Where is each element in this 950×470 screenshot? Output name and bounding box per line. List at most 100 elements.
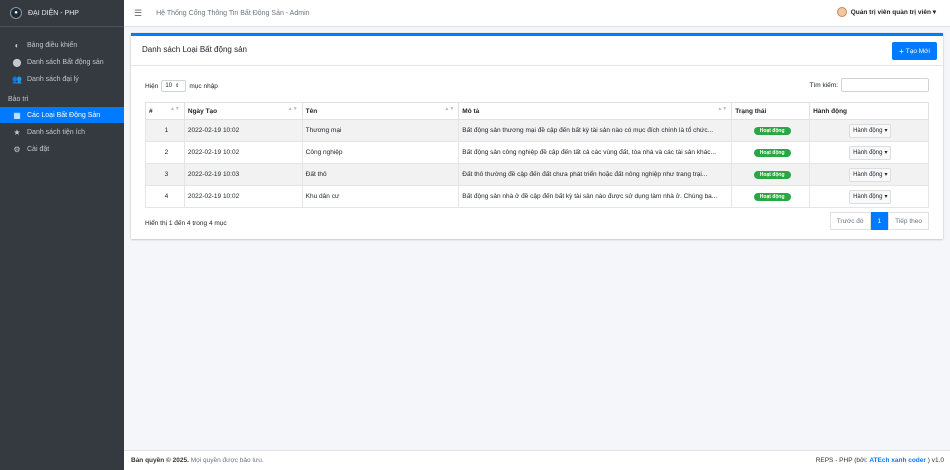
sidebar-item-dashboard[interactable]: ◐ Bảng điều khiển — [0, 37, 124, 53]
search-control: Tìm kiếm: — [809, 78, 929, 92]
cell-status: Hoạt động — [731, 185, 811, 208]
brand-link[interactable]: ● ĐẠI DIỆN - PHP — [0, 0, 124, 27]
card-header: Danh sách Loại Bất động sản + Tạo Mới — [131, 36, 943, 66]
table-info: Hiển thị 1 đến 4 trong 4 mục — [145, 220, 227, 227]
col-header-date[interactable]: Ngày Tạo ▲▼ — [183, 102, 303, 120]
cell-description: Bất động sản công nghiệp đề cập đến tất … — [458, 141, 733, 164]
sidebar-item-amenities[interactable]: ★ Danh sách tiện ích — [0, 124, 124, 140]
avatar — [836, 7, 847, 17]
map-marker-icon: ⬤ — [12, 57, 22, 67]
length-control: Hiện 10 ⇕ mục nhập — [145, 80, 218, 92]
cell-status: Hoạt động — [731, 141, 811, 164]
caret-down-icon: ▾ — [884, 150, 888, 156]
col-header-description[interactable]: Mô tả ▲▼ — [458, 102, 733, 120]
status-badge: Hoạt động — [753, 170, 791, 179]
sidebar-item-label: Cài đặt — [27, 145, 50, 153]
site-title: Hệ Thống Cổng Thông Tin Bất Động Sản - A… — [156, 9, 310, 17]
status-badge: Hoạt động — [753, 126, 791, 135]
brand-text: ĐẠI DIỆN - PHP — [28, 9, 79, 17]
cell-name: Công nghiệp — [301, 141, 460, 164]
pagination: Trước đó 1 Tiếp theo — [829, 212, 929, 230]
cell-date: 2022-02-19 10:02 — [183, 119, 303, 142]
cell-name: Đất thô — [301, 163, 460, 186]
cell-index: 4 — [145, 185, 185, 208]
action-dropdown-button[interactable]: Hành động ▾ — [849, 145, 892, 160]
cell-description: Đất thô thường đề cập đến đất chưa phát … — [458, 163, 733, 186]
copyright-label: Bản quyền © 2025. — [131, 457, 189, 464]
sidebar-item-label: Các Loại Bất Động Sản — [27, 111, 101, 119]
card-title: Danh sách Loại Bất động sản — [142, 45, 247, 54]
dashboard-icon: ◐ — [14, 40, 20, 50]
table-row: 1 2022-02-19 10:02 Thương mại Bất động s… — [145, 119, 929, 142]
author-link[interactable]: ATEch xanh coder — [869, 457, 926, 464]
rights-text: Mọi quyền được bảo lưu. — [190, 457, 264, 464]
pagination-page[interactable]: 1 — [870, 212, 889, 230]
caret-down-icon: ▾ — [884, 194, 888, 200]
menu-toggle-icon[interactable]: ☰ — [134, 8, 142, 19]
sidebar-item-label: Bảng điều khiển — [27, 41, 78, 49]
cell-action: Hành động ▾ — [809, 119, 929, 142]
status-badge: Hoạt động — [753, 148, 791, 157]
caret-down-icon: ▾ — [884, 128, 888, 134]
cell-status: Hoạt động — [731, 163, 811, 186]
cell-name: Khu dân cư — [301, 185, 460, 208]
sort-icon: ▲▼ — [444, 106, 455, 112]
cell-name: Thương mại — [301, 119, 460, 142]
property-types-table: # ▲▼ Ngày Tạo ▲▼ Tên ▲▼ Mô tả ▲▼ Trạng thái … — [145, 102, 929, 208]
select-arrows-icon: ⇕ — [175, 83, 180, 89]
create-new-button[interactable]: + Tạo Mới — [892, 42, 937, 60]
plus-icon: + — [899, 46, 904, 56]
table-row: 4 2022-02-19 10:02 Khu dân cư Bất động s… — [145, 185, 929, 208]
col-header-status[interactable]: Trạng thái — [731, 102, 811, 120]
pagination-prev[interactable]: Trước đó — [829, 212, 871, 230]
caret-down-icon: ▾ — [884, 172, 888, 178]
user-name: Quản trị viên quản trị viên ▾ — [850, 9, 936, 16]
cell-status: Hoạt động — [731, 119, 811, 142]
cell-index: 3 — [145, 163, 185, 186]
cell-index: 2 — [145, 141, 185, 164]
sidebar-item-property-types[interactable]: ▦ Các Loại Bất Động Sản — [0, 107, 124, 123]
sidebar-item-label: Danh sách đại lý — [27, 75, 79, 83]
sidebar-item-label: Danh sách tiện ích — [27, 128, 85, 136]
cell-description: Bất động sản nhà ở đề cập đến bất kỳ tài… — [458, 185, 733, 208]
footer: Bản quyền © 2025. Mọi quyền được bảo lưu… — [124, 450, 950, 470]
sort-icon: ▲▼ — [717, 106, 728, 112]
search-input[interactable] — [841, 78, 929, 92]
user-menu[interactable]: Quản trị viên quản trị viên ▾ — [836, 7, 936, 17]
footer-copyright: Bản quyền © 2025. Mọi quyền được bảo lưu… — [131, 457, 264, 464]
sort-icon: ▲▼ — [169, 106, 180, 112]
credits-text: REPS - PHP (bởi: — [815, 457, 868, 464]
col-header-index[interactable]: # ▲▼ — [145, 102, 185, 120]
cogs-icon: ⚙ — [13, 144, 21, 154]
sidebar-item-settings[interactable]: ⚙ Cài đặt — [0, 141, 124, 157]
search-label: Tìm kiếm: — [809, 81, 838, 89]
sidebar-item-agents[interactable]: 👥 Danh sách đại lý — [0, 71, 124, 87]
users-icon: 👥 — [12, 74, 22, 84]
version-text: ) v1.0 — [927, 457, 944, 464]
action-dropdown-button[interactable]: Hành động ▾ — [849, 189, 892, 204]
sidebar-item-property-list[interactable]: ⬤ Danh sách Bất động sản — [0, 54, 124, 70]
cell-description: Bất động sản thương mại đề cập đến bất k… — [458, 119, 733, 142]
col-header-name[interactable]: Tên ▲▼ — [301, 102, 460, 120]
sidebar: ● ĐẠI DIỆN - PHP ◐ Bảng điều khiển ⬤ Dan… — [0, 0, 124, 470]
sort-icon: ▲▼ — [287, 106, 298, 112]
col-header-action: Hành động — [809, 102, 929, 120]
cell-index: 1 — [145, 119, 185, 142]
cell-action: Hành động ▾ — [809, 141, 929, 164]
sidebar-nav: ◐ Bảng điều khiển ⬤ Danh sách Bất động s… — [0, 37, 124, 157]
table-icon: ▦ — [13, 110, 21, 120]
sidebar-item-label: Danh sách Bất động sản — [27, 58, 104, 66]
show-label: Hiện — [145, 82, 159, 90]
entries-label: mục nhập — [189, 82, 218, 90]
table-row: 2 2022-02-19 10:02 Công nghiệp Bất động … — [145, 141, 929, 164]
cell-action: Hành động ▾ — [809, 163, 929, 186]
status-badge: Hoạt động — [753, 192, 791, 201]
page-length-select[interactable]: 10 ⇕ — [161, 80, 187, 92]
property-types-card: Danh sách Loại Bất động sản + Tạo Mới Hi… — [131, 33, 943, 239]
pagination-next[interactable]: Tiếp theo — [888, 212, 929, 230]
table-row: 3 2022-02-19 10:03 Đất thô Đất thô thườn… — [145, 163, 929, 186]
action-dropdown-button[interactable]: Hành động ▾ — [849, 167, 892, 182]
action-dropdown-button[interactable]: Hành động ▾ — [849, 123, 892, 138]
brand-logo-icon: ● — [10, 7, 22, 19]
footer-credits: REPS - PHP (bởi: ATEch xanh coder ) v1.0 — [816, 457, 944, 464]
